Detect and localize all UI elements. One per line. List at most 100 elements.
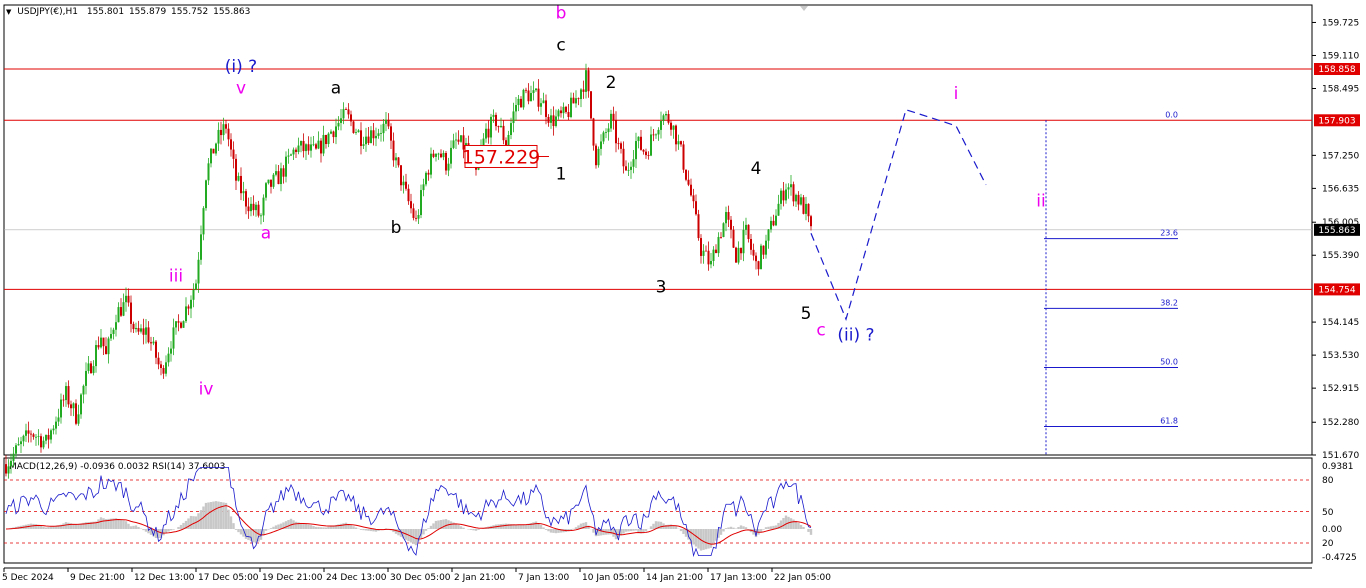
candle-body <box>147 327 150 343</box>
candle-body <box>547 116 550 123</box>
candle-body <box>517 98 520 106</box>
candle-body <box>552 115 555 127</box>
candle-body <box>500 125 502 128</box>
candle-body <box>805 203 807 214</box>
candle-body <box>192 289 195 300</box>
candles-group <box>5 63 812 479</box>
x-tick-label: 17 Jan 13:00 <box>710 573 767 583</box>
candle-body <box>540 103 542 107</box>
wave-label: 5 <box>801 304 812 324</box>
x-tick-label: 2 Jan 21:00 <box>454 573 506 583</box>
wave-label: 1 <box>556 165 567 185</box>
candle-body <box>212 148 215 154</box>
wave-label: 4 <box>751 159 762 179</box>
candle-body <box>537 88 540 107</box>
wave-label: i <box>954 84 959 104</box>
candle-body <box>70 404 72 409</box>
candle-body <box>397 157 400 166</box>
candle-body <box>692 195 695 202</box>
candle-body <box>705 250 707 252</box>
candle-body <box>632 159 635 167</box>
candle-body <box>757 261 760 270</box>
candle-body <box>387 119 390 127</box>
candle-body <box>715 249 717 254</box>
candle-body <box>270 179 272 187</box>
candle-body <box>787 187 790 190</box>
candle-body <box>267 179 270 184</box>
candle-body <box>452 140 455 148</box>
x-tick-label: 24 Dec 13:00 <box>326 573 387 583</box>
candle-body <box>675 125 677 145</box>
candle-body <box>802 197 805 214</box>
candle-body <box>655 134 657 136</box>
candle-body <box>257 204 260 216</box>
candle-body <box>122 302 125 316</box>
candle-body <box>82 385 85 395</box>
candle-body <box>512 111 515 124</box>
candle-body <box>650 134 652 156</box>
x-tick-label: 22 Jan 05:00 <box>774 573 831 583</box>
x-tick-label: 5 Dec 2024 <box>2 573 54 583</box>
candle-body <box>620 143 622 149</box>
candle-body <box>222 124 225 136</box>
candle-body <box>60 399 62 418</box>
candle-body <box>205 180 207 209</box>
y-tick-label: 152.915 <box>1322 384 1359 394</box>
candle-body <box>697 214 700 239</box>
candle-body <box>45 434 47 441</box>
candle-body <box>47 434 50 440</box>
candle-body <box>770 220 772 230</box>
candle-body <box>785 189 787 201</box>
candle-body <box>402 181 405 186</box>
candle-body <box>410 201 412 209</box>
price-chart[interactable]: 159.725159.110158.495157.250156.635156.0… <box>0 0 1366 588</box>
candle-body <box>685 169 687 180</box>
candle-body <box>535 88 537 91</box>
candle-body <box>120 307 122 316</box>
candle-body <box>777 203 780 216</box>
candle-body <box>425 172 427 185</box>
candle-body <box>617 143 620 145</box>
candle-body <box>290 154 292 156</box>
x-tick-label: 17 Dec 05:00 <box>198 573 259 583</box>
wave-label: c <box>556 36 565 56</box>
candle-body <box>582 89 585 92</box>
candle-body <box>355 132 357 133</box>
candle-body <box>240 175 242 194</box>
candle-body <box>340 118 342 123</box>
candle-body <box>712 249 715 261</box>
candle-body <box>250 203 252 212</box>
candle-body <box>80 394 82 415</box>
candle-body <box>380 133 382 134</box>
candle-body <box>507 134 510 146</box>
candle-body <box>37 436 40 438</box>
candle-body <box>157 357 160 365</box>
candle-body <box>230 139 232 150</box>
candle-body <box>492 114 495 117</box>
candle-body <box>682 144 685 170</box>
candle-body <box>210 148 212 164</box>
candle-body <box>567 112 570 117</box>
wave-label: 3 <box>656 277 667 297</box>
candle-body <box>792 184 795 202</box>
candle-body <box>555 116 557 127</box>
candle-body <box>400 165 402 186</box>
candle-body <box>435 153 437 157</box>
candle-body <box>775 215 777 226</box>
price-box-label: 157.229 <box>462 146 541 168</box>
candle-body <box>385 119 387 124</box>
candle-body <box>20 441 22 445</box>
indicator-tick-label: 0.00 <box>1322 525 1342 535</box>
candle-body <box>52 428 55 431</box>
candle-body <box>735 247 737 263</box>
candle-body <box>145 327 147 335</box>
candle-body <box>150 342 152 344</box>
candle-body <box>65 386 67 401</box>
candle-body <box>152 341 155 344</box>
candle-body <box>750 239 752 250</box>
candle-body <box>22 435 25 442</box>
candle-body <box>647 155 650 156</box>
candle-body <box>522 89 525 108</box>
candle-body <box>607 128 610 133</box>
candle-body <box>167 353 170 363</box>
